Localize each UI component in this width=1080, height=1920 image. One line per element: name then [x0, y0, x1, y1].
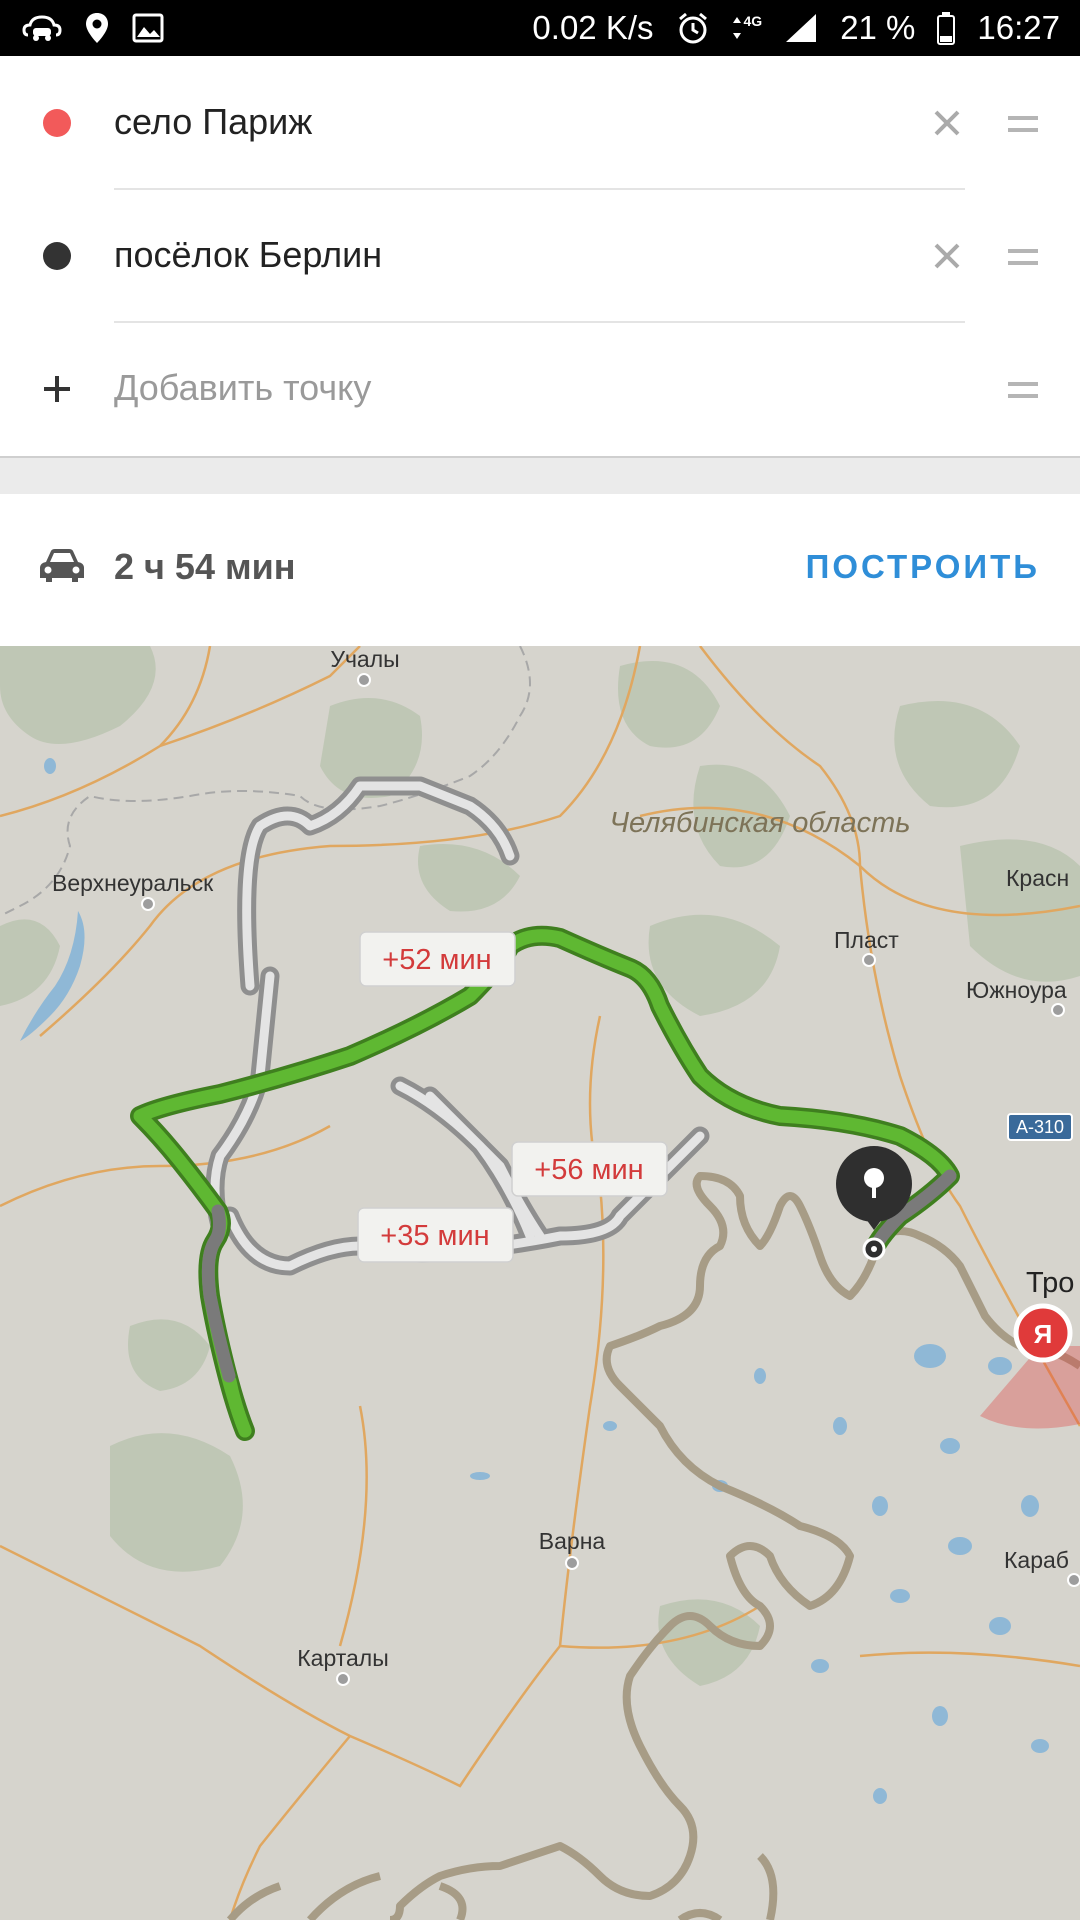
city-label: Карталы [297, 1645, 389, 1671]
road-sign: А-310 [1007, 1113, 1073, 1141]
map-view[interactable]: +52 мин +56 мин +35 мин Учалы Верхнеурал… [0, 646, 1080, 1920]
destination-field[interactable]: посёлок Берлин [114, 234, 382, 276]
alarm-icon [676, 11, 710, 45]
panel-separator [0, 458, 1080, 494]
build-route-button[interactable]: ПОСТРОИТЬ [806, 548, 1040, 586]
origin-dot-icon [43, 109, 71, 137]
road-sign-label: А-310 [1016, 1117, 1064, 1137]
destination-dot-icon [43, 242, 71, 270]
image-icon [132, 13, 164, 43]
drag-handle-icon[interactable] [1008, 245, 1038, 269]
status-bar-right: 0.02 K/s 4G 21 % 16:27 [532, 9, 1060, 47]
battery-percent: 21 % [840, 9, 916, 46]
battery-icon [937, 11, 956, 45]
alt-route-bubble[interactable]: +52 мин [359, 931, 516, 987]
user-marker-label: Я [1034, 1319, 1053, 1349]
origin-field[interactable]: село Париж [114, 101, 312, 143]
route-duration: 2 ч 54 мин [114, 546, 296, 587]
city-label: Пласт [834, 927, 899, 953]
route-to-row[interactable]: посёлок Берлин [0, 189, 1080, 322]
alt-route-time: +35 мин [380, 1220, 489, 1252]
status-bar-left [22, 11, 164, 45]
signal-icon [784, 12, 818, 44]
network-speed: 0.02 K/s [532, 9, 654, 46]
city-label: Верхнеуральск [52, 870, 214, 896]
city-label: Тро [1026, 1267, 1074, 1299]
add-point-row[interactable]: Добавить точку [0, 322, 1080, 455]
network-type: 4G [743, 13, 763, 29]
city-label: Красн [1006, 865, 1069, 891]
alt-route-time: +56 мин [534, 1154, 643, 1186]
route-summary: 2 ч 54 мин ПОСТРОИТЬ [0, 494, 1080, 646]
alt-route-time: +52 мин [382, 944, 491, 976]
clock: 16:27 [977, 9, 1060, 46]
data-arrows-icon: 4G [732, 13, 763, 43]
region-label: Челябинская область [609, 807, 910, 839]
city-label: Караб [1004, 1547, 1069, 1573]
cloud-car-icon [22, 13, 62, 43]
drag-handle-icon[interactable] [1008, 378, 1038, 402]
add-point-input[interactable]: Добавить точку [114, 367, 371, 409]
plus-icon[interactable] [42, 374, 72, 404]
route-panel: село Париж посёлок Берлин Добавить точку [0, 56, 1080, 458]
route-from-row[interactable]: село Париж [0, 56, 1080, 189]
map-canvas[interactable]: +52 мин +56 мин +35 мин Учалы Верхнеурал… [0, 646, 1080, 1920]
city-label: Южноура [966, 977, 1067, 1003]
car-icon[interactable] [38, 546, 86, 591]
location-pin-icon [84, 11, 110, 45]
status-bar: 0.02 K/s 4G 21 % 16:27 [0, 0, 1080, 56]
screen: 0.02 K/s 4G 21 % 16:27 село Париж посёло… [0, 0, 1080, 1920]
clear-origin-icon[interactable] [932, 108, 962, 138]
city-label: Варна [539, 1528, 606, 1554]
clear-destination-icon[interactable] [932, 241, 962, 271]
alt-route-bubble[interactable]: +35 мин [357, 1207, 514, 1263]
alt-route-bubble[interactable]: +56 мин [511, 1141, 668, 1197]
city-label: Учалы [330, 646, 399, 672]
drag-handle-icon[interactable] [1008, 112, 1038, 136]
